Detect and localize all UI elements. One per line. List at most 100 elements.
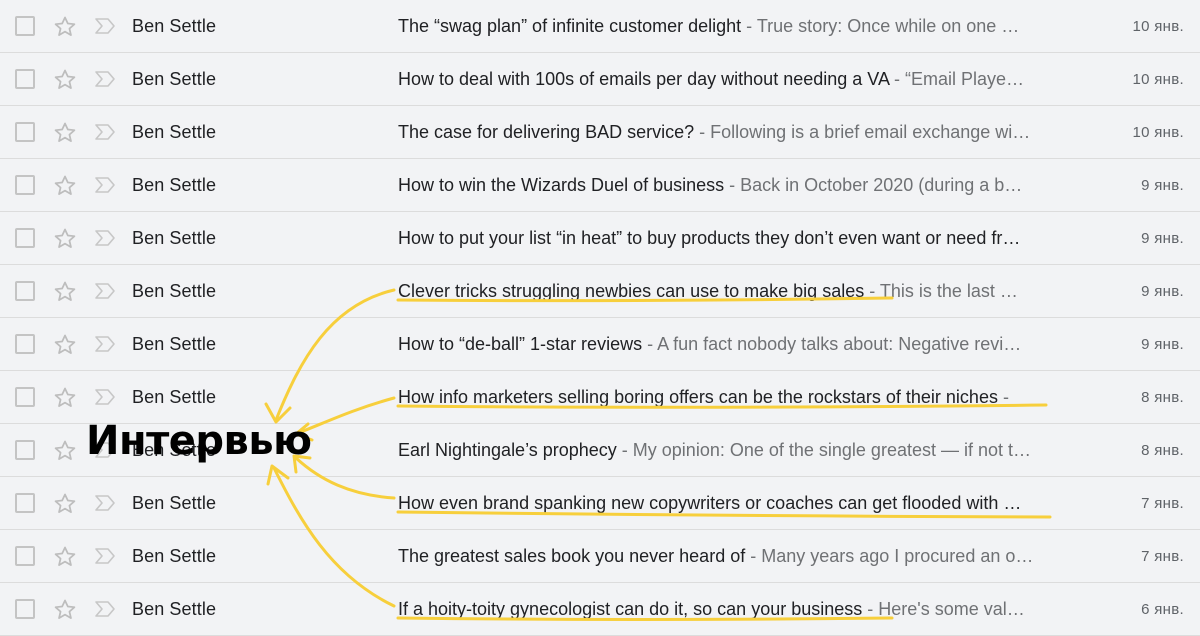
star-icon[interactable] bbox=[52, 597, 78, 623]
important-marker-icon[interactable] bbox=[93, 281, 117, 301]
select-checkbox[interactable] bbox=[15, 175, 35, 195]
email-date: 10 янв. bbox=[1132, 70, 1184, 88]
star-icon[interactable] bbox=[52, 544, 78, 570]
star-icon[interactable] bbox=[52, 332, 78, 358]
email-subject: How info marketers selling boring offers… bbox=[398, 386, 998, 407]
email-date: 9 янв. bbox=[1141, 335, 1184, 353]
email-subject-line[interactable]: Clever tricks struggling newbies can use… bbox=[398, 281, 1058, 302]
email-date: 9 янв. bbox=[1141, 176, 1184, 194]
star-icon[interactable] bbox=[52, 491, 78, 517]
email-sender: Ben Settle bbox=[132, 68, 217, 89]
select-checkbox[interactable] bbox=[15, 546, 35, 566]
important-marker-icon[interactable] bbox=[93, 493, 117, 513]
important-marker-icon[interactable] bbox=[93, 122, 117, 142]
email-subject: Clever tricks struggling newbies can use… bbox=[398, 280, 865, 301]
email-date: 8 янв. bbox=[1141, 388, 1184, 406]
email-sender: Ben Settle bbox=[132, 333, 217, 354]
email-subject-line[interactable]: The greatest sales book you never heard … bbox=[398, 546, 1058, 567]
email-subject-line[interactable]: How to deal with 100s of emails per day … bbox=[398, 69, 1058, 90]
email-date: 10 янв. bbox=[1132, 17, 1184, 35]
email-date: 7 янв. bbox=[1141, 547, 1184, 565]
select-checkbox[interactable] bbox=[15, 599, 35, 619]
email-snippet: - A fun fact nobody talks about: Negativ… bbox=[642, 333, 1022, 354]
email-sender: Ben Settle bbox=[132, 227, 217, 248]
email-snippet: - This is the last … bbox=[864, 280, 1018, 301]
email-subject: If a hoity-toity gynecologist can do it,… bbox=[398, 598, 863, 619]
email-row[interactable]: Ben Settle How to deal with 100s of emai… bbox=[0, 53, 1200, 106]
email-snippet: - Here's some val… bbox=[862, 598, 1025, 619]
email-snippet: - Back in October 2020 (during a b… bbox=[724, 174, 1023, 195]
important-marker-icon[interactable] bbox=[93, 334, 117, 354]
email-row[interactable]: Ben Settle Clever tricks struggling newb… bbox=[0, 265, 1200, 318]
select-checkbox[interactable] bbox=[15, 16, 35, 36]
email-sender: Ben Settle bbox=[132, 386, 217, 407]
select-checkbox[interactable] bbox=[15, 69, 35, 89]
email-list: Ben Settle The “swag plan” of infinite c… bbox=[0, 0, 1200, 636]
email-date: 9 янв. bbox=[1141, 229, 1184, 247]
email-subject: How to win the Wizards Duel of business bbox=[398, 174, 725, 195]
star-icon[interactable] bbox=[52, 173, 78, 199]
email-subject: Earl Nightingale’s prophecy bbox=[398, 439, 617, 460]
email-subject: The “swag plan” of infinite customer del… bbox=[398, 15, 742, 36]
star-icon[interactable] bbox=[52, 438, 78, 464]
email-date: 7 янв. bbox=[1141, 494, 1184, 512]
email-row[interactable]: Ben Settle The case for delivering BAD s… bbox=[0, 106, 1200, 159]
email-snippet: - Following is a brief email exchange wi… bbox=[694, 121, 1031, 142]
select-checkbox[interactable] bbox=[15, 122, 35, 142]
select-checkbox[interactable] bbox=[15, 334, 35, 354]
email-subject-line[interactable]: How even brand spanking new copywriters … bbox=[398, 493, 1058, 514]
email-subject-line[interactable]: The case for delivering BAD service? - F… bbox=[398, 122, 1058, 143]
email-row[interactable]: Ben Settle How to “de-ball” 1-star revie… bbox=[0, 318, 1200, 371]
star-icon[interactable] bbox=[52, 385, 78, 411]
email-snippet: - “Email Playe… bbox=[888, 68, 1024, 89]
email-date: 8 янв. bbox=[1141, 441, 1184, 459]
email-date: 9 янв. bbox=[1141, 282, 1184, 300]
email-subject: The greatest sales book you never heard … bbox=[398, 545, 746, 566]
star-icon[interactable] bbox=[52, 14, 78, 40]
select-checkbox[interactable] bbox=[15, 228, 35, 248]
email-snippet: - Many years ago I procured an o… bbox=[745, 545, 1034, 566]
star-icon[interactable] bbox=[52, 279, 78, 305]
email-subject-line[interactable]: How to “de-ball” 1-star reviews - A fun … bbox=[398, 334, 1058, 355]
email-snippet: - True story: Once while on one … bbox=[741, 15, 1020, 36]
select-checkbox[interactable] bbox=[15, 493, 35, 513]
email-row[interactable]: Ben Settle If a hoity-toity gynecologist… bbox=[0, 583, 1200, 636]
email-subject-line[interactable]: Earl Nightingale’s prophecy - My opinion… bbox=[398, 440, 1058, 461]
email-row[interactable]: Ben Settle How to put your list “in heat… bbox=[0, 212, 1200, 265]
email-row[interactable]: Ben Settle The “swag plan” of infinite c… bbox=[0, 0, 1200, 53]
email-subject-line[interactable]: The “swag plan” of infinite customer del… bbox=[398, 16, 1058, 37]
select-checkbox[interactable] bbox=[15, 281, 35, 301]
select-checkbox[interactable] bbox=[15, 440, 35, 460]
email-subject-line[interactable]: How to put your list “in heat” to buy pr… bbox=[398, 228, 1058, 249]
email-sender: Ben Settle bbox=[132, 492, 217, 513]
important-marker-icon[interactable] bbox=[93, 69, 117, 89]
email-sender: Ben Settle bbox=[132, 15, 217, 36]
email-snippet: - My opinion: One of the single greatest… bbox=[616, 439, 1031, 460]
email-sender: Ben Settle bbox=[132, 598, 217, 619]
email-subject-line[interactable]: How to win the Wizards Duel of business … bbox=[398, 175, 1058, 196]
important-marker-icon[interactable] bbox=[93, 599, 117, 619]
important-marker-icon[interactable] bbox=[93, 16, 117, 36]
star-icon[interactable] bbox=[52, 67, 78, 93]
email-row[interactable]: Ben Settle The greatest sales book you n… bbox=[0, 530, 1200, 583]
important-marker-icon[interactable] bbox=[93, 175, 117, 195]
important-marker-icon[interactable] bbox=[93, 387, 117, 407]
email-date: 6 янв. bbox=[1141, 600, 1184, 618]
email-sender: Ben Settle bbox=[132, 174, 217, 195]
select-checkbox[interactable] bbox=[15, 387, 35, 407]
important-marker-icon[interactable] bbox=[93, 546, 117, 566]
star-icon[interactable] bbox=[52, 120, 78, 146]
important-marker-icon[interactable] bbox=[93, 228, 117, 248]
email-subject: The case for delivering BAD service? bbox=[398, 121, 695, 142]
email-subject-line[interactable]: If a hoity-toity gynecologist can do it,… bbox=[398, 599, 1058, 620]
email-row[interactable]: Ben Settle How even brand spanking new c… bbox=[0, 477, 1200, 530]
email-subject-line[interactable]: How info marketers selling boring offers… bbox=[398, 387, 1058, 408]
email-snippet: - bbox=[997, 386, 1009, 407]
email-row[interactable]: Ben Settle How to win the Wizards Duel o… bbox=[0, 159, 1200, 212]
email-date: 10 янв. bbox=[1132, 123, 1184, 141]
email-subject: How to deal with 100s of emails per day … bbox=[398, 68, 889, 89]
email-sender: Ben Settle bbox=[132, 280, 217, 301]
email-row[interactable]: Ben Settle How info marketers selling bo… bbox=[0, 371, 1200, 424]
email-subject: How even brand spanking new copywriters … bbox=[398, 492, 1022, 513]
star-icon[interactable] bbox=[52, 226, 78, 252]
